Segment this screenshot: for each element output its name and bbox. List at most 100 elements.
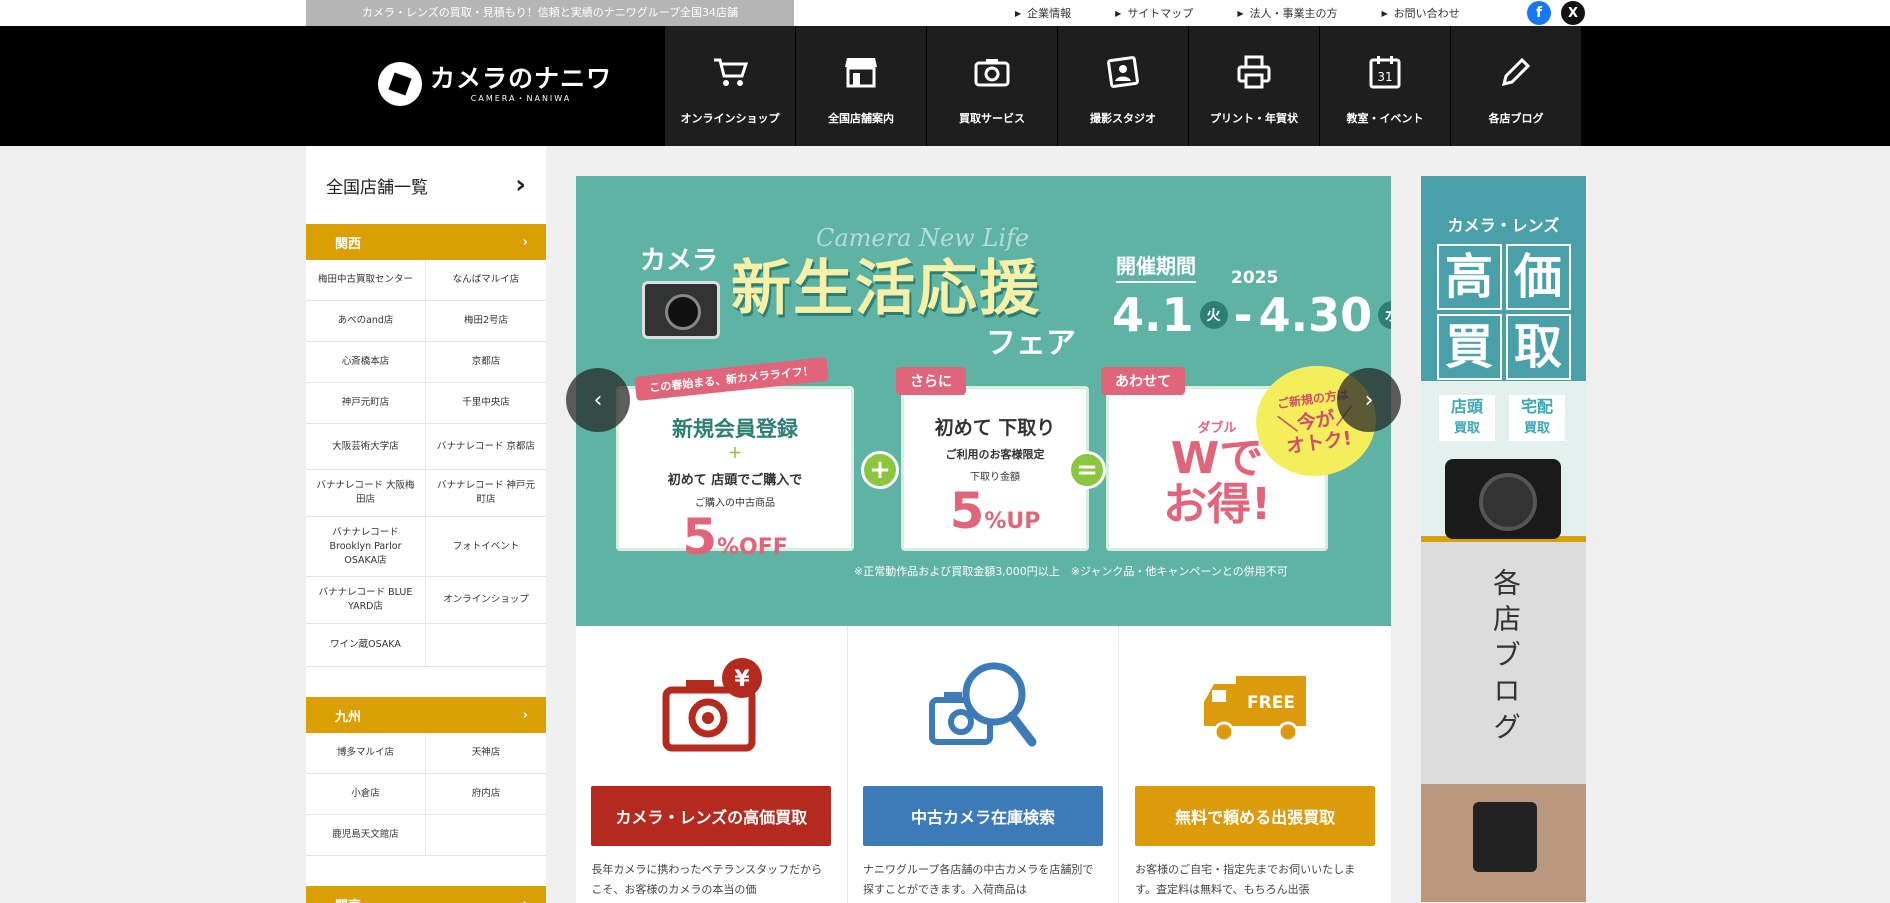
delivery-purchase-tag: 宅配 買取 <box>1509 395 1565 441</box>
triangle-right-icon: ▶ <box>1115 8 1122 18</box>
store-link[interactable]: バナナレコード 大阪梅田店 <box>306 470 426 517</box>
kyushu-store-list: 博多マルイ店 天神店 小倉店 府内店 鹿児島天文館店 <box>306 733 546 856</box>
triangle-right-icon: ▶ <box>1015 8 1022 18</box>
period-dates: 4.1 火 - 4.30 水 <box>1112 288 1391 342</box>
aperture-logo-icon <box>378 62 422 106</box>
store-link[interactable]: バナナレコード 京都店 <box>426 424 546 470</box>
store-link[interactable]: 梅田中古買取センター <box>306 260 426 301</box>
top-links: ▶ 企業情報 ▶ サイトマップ ▶ 法人・事業主の方 ▶ お問い合わせ <box>1015 0 1504 26</box>
campaign-banner[interactable]: Camera New Life カメラ 新生活応援 フェア 開催期間 2025 … <box>576 176 1391 626</box>
all-stores-link[interactable]: 全国店舗一覧 › <box>306 146 546 224</box>
chevron-right-icon: › <box>515 170 526 200</box>
carousel-next-button[interactable]: › <box>1337 368 1401 432</box>
service-purchase: ¥ カメラ・レンズの高価買取 長年カメラに携わったベテランスタッフだからこそ、お… <box>576 626 848 903</box>
free-badge: FREE <box>1247 693 1295 713</box>
region-kyushu[interactable]: 九州 › <box>306 697 546 733</box>
plus-icon: + <box>861 451 899 489</box>
main-nav: オンラインショップ 全国店舗案内 買取サービス 撮影スタジオ プリント・年賀状 … <box>664 26 1581 146</box>
store-purchase-tag: 店頭 買取 <box>1439 395 1495 441</box>
free-truck-icon: FREE <box>1200 656 1310 756</box>
nav-events[interactable]: 31 教室・イベント <box>1319 26 1450 146</box>
stock-search-button[interactable]: 中古カメラ在庫検索 <box>863 786 1103 846</box>
equals-icon: = <box>1068 451 1106 489</box>
store-link[interactable]: 心斎橋本店 <box>306 342 426 383</box>
camera-photo <box>1445 459 1561 539</box>
region-kanto[interactable]: 関東 › <box>306 886 546 903</box>
service-home-visit: FREE 無料で頼める出張買取 お客様のご自宅・指定先までお伺いいたします。査定… <box>1119 626 1391 903</box>
service-stock-search: 中古カメラ在庫検索 ナニワグループ各店舗の中古カメラを店舗別で探すことができます… <box>848 626 1120 903</box>
high-price-purchase-banner[interactable]: カメラ・レンズ 高 価 買 取 店頭 買取 宅配 買取 <box>1421 176 1586 539</box>
nav-stores[interactable]: 全国店舗案内 <box>795 26 926 146</box>
chevron-right-icon: › <box>523 897 528 903</box>
top-link-business[interactable]: ▶ 法人・事業主の方 <box>1237 5 1337 21</box>
top-link-sitemap[interactable]: ▶ サイトマップ <box>1115 5 1193 21</box>
chevron-right-icon: › <box>522 234 528 250</box>
store-link[interactable]: 鹿児島天文館店 <box>306 815 426 856</box>
top-link-company[interactable]: ▶ 企業情報 <box>1015 5 1071 21</box>
printer-icon <box>1236 54 1272 90</box>
carousel-prev-button[interactable]: ‹ <box>566 368 630 432</box>
offer-card-trade-in: さらに 初めて 下取り ご利用のお客様限定 下取り金額 5%UP <box>896 367 1089 551</box>
kansai-store-list: 梅田中古買取センター なんばマルイ店 あべのand店 梅田2号店 心斎橋本店 京… <box>306 260 546 667</box>
service-description: ナニワグループ各店舗の中古カメラを店舗別で探すことができます。入荷商品は <box>863 863 1094 896</box>
store-link[interactable]: 千里中央店 <box>426 383 546 424</box>
store-link[interactable]: バナナレコード BLUE YARD店 <box>306 577 426 624</box>
store-link[interactable]: バナナレコード Brooklyn Parlor OSAKA店 <box>306 517 426 577</box>
logo-text: カメラのナニワ <box>430 63 613 93</box>
banner-fair: フェア <box>986 326 1076 361</box>
camera-icon <box>974 54 1010 90</box>
store-link[interactable]: 小倉店 <box>306 774 426 815</box>
service-description: 長年カメラに携わったベテランスタッフだからこそ、お客様のカメラの本当の価 <box>591 863 823 896</box>
store-blog-banner[interactable]: 各店ブログ <box>1421 542 1586 902</box>
store-link[interactable]: バナナレコード 神戸元町店 <box>426 470 546 517</box>
nav-photo-studio[interactable]: 撮影スタジオ <box>1057 26 1188 146</box>
nav-blog[interactable]: 各店ブログ <box>1450 26 1581 146</box>
region-gap <box>306 667 546 697</box>
service-description: お客様のご自宅・指定先までお伺いいたします。査定料は無料で、もちろん出張 <box>1135 863 1356 896</box>
store-link[interactable]: 大阪芸術大学店 <box>306 424 426 470</box>
banner-camera-label: カメラ <box>640 246 719 276</box>
store-link[interactable]: オンラインショップ <box>426 577 546 624</box>
facebook-icon[interactable]: f <box>1527 1 1551 25</box>
store-link[interactable]: ワイン蔵OSAKA <box>306 624 426 667</box>
region-gap <box>306 856 546 886</box>
triangle-right-icon: ▶ <box>1237 8 1244 18</box>
top-bar: カメラ・レンズの買取・見積もり！信頼と実績のナニワグループ全国34店舗 ▶ 企業情… <box>0 0 1890 26</box>
store-link[interactable]: フォトイベント <box>426 517 546 577</box>
sidebar-title: 全国店舗一覧 <box>326 177 428 198</box>
cart-icon <box>712 54 748 90</box>
store-link[interactable]: 天神店 <box>426 733 546 774</box>
store-link[interactable]: 府内店 <box>426 774 546 815</box>
store-link[interactable]: なんばマルイ店 <box>426 260 546 301</box>
period-year: 2025 <box>1231 268 1279 288</box>
nav-purchase-service[interactable]: 買取サービス <box>926 26 1057 146</box>
logo[interactable]: カメラのナニワ CAMERA・NANIWA <box>378 62 612 106</box>
pencil-icon <box>1498 54 1534 90</box>
period-label: 開催期間 <box>1116 250 1196 283</box>
purchase-button[interactable]: カメラ・レンズの高価買取 <box>591 786 832 846</box>
home-visit-button[interactable]: 無料で頼める出張買取 <box>1135 786 1376 846</box>
region-kansai[interactable]: 関西 › <box>306 224 546 260</box>
x-icon[interactable]: X <box>1561 1 1585 25</box>
offer-card-new-member: この春始まる、新カメラライフ！ 新規会員登録 ＋ 初めて 店頭でご購入で ご購入… <box>616 356 854 565</box>
top-link-contact[interactable]: ▶ お問い合わせ <box>1381 5 1459 21</box>
store-link[interactable]: 梅田2号店 <box>426 301 546 342</box>
store-link[interactable]: 神戸元町店 <box>306 383 426 424</box>
portrait-icon <box>1105 54 1141 90</box>
store-icon <box>843 54 879 90</box>
vintage-camera-photo <box>1421 784 1586 902</box>
store-link[interactable]: あべのand店 <box>306 301 426 342</box>
camera-illustration-icon <box>642 281 720 339</box>
store-link[interactable]: 京都店 <box>426 342 546 383</box>
store-empty <box>426 624 546 667</box>
tagline: カメラ・レンズの買取・見積もり！信頼と実績のナニワグループ全国34店舗 <box>306 0 794 26</box>
nav-online-shop[interactable]: オンラインショップ <box>664 26 795 146</box>
store-link[interactable]: 博多マルイ店 <box>306 733 426 774</box>
yen-badge: ¥ <box>735 667 751 692</box>
calendar-day: 31 <box>1377 70 1392 84</box>
header: カメラのナニワ CAMERA・NANIWA オンラインショップ 全国店舗案内 買… <box>0 26 1890 146</box>
camera-search-icon <box>928 656 1038 756</box>
yen-camera-icon: ¥ <box>656 656 766 756</box>
logo-subtext: CAMERA・NANIWA <box>470 93 572 103</box>
nav-print[interactable]: プリント・年賀状 <box>1188 26 1319 146</box>
